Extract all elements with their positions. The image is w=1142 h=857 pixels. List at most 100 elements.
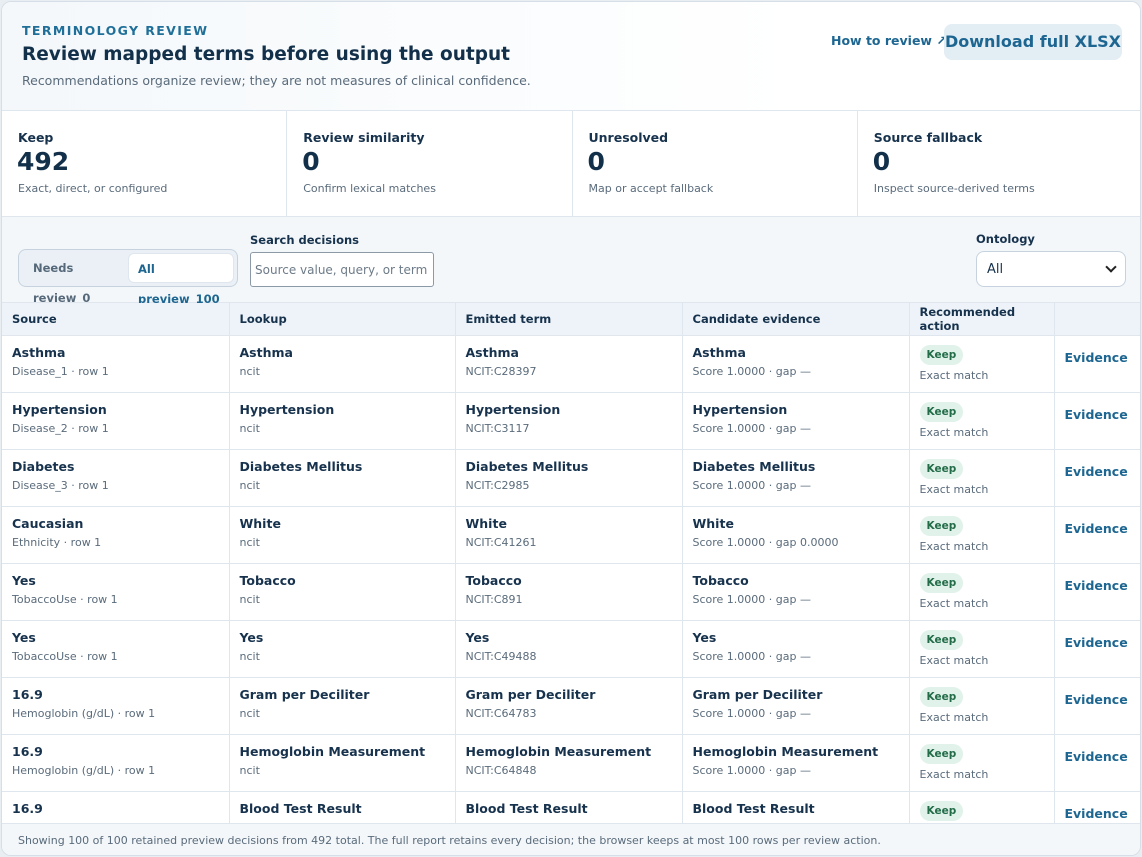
decisions-table: Source Lookup Emitted term Candidate evi… [2,303,1140,823]
chevron-down-icon [1105,261,1117,273]
source-cell: 16.9Hemoglobin (g/dL) · row 1 [2,677,230,735]
emitted-term-id: NCIT:C49488 [465,649,537,663]
emitted-term-id: NCIT:C41261 [465,535,537,549]
all-preview-tab[interactable]: All preview 100 [128,253,234,306]
evidence-cell: Evidence [1054,335,1140,393]
column-header-emitted-term: Emitted term [455,303,683,336]
recommended-action-cell: KeepExact match [909,449,1055,507]
column-header-recommended-action: Recommended action [909,303,1055,336]
candidate-score: Score 1.0000 · gap — [692,649,812,663]
ontology-selected-value: All [987,261,1004,277]
how-to-review-link[interactable]: How to review ↗ [831,33,947,48]
action-reason: Exact match [919,767,989,781]
evidence-link[interactable]: Evidence [1065,407,1128,422]
candidate-evidence-cell: Hemoglobin Measurement Score 1.0000 · gap… [682,734,910,792]
recommended-action-cell: KeepExact match [909,563,1055,621]
evidence-link[interactable]: Evidence [1065,806,1128,821]
candidate-evidence-cell: Tobacco Score 1.0000 · gap — [682,563,910,621]
source-location: Disease_1 · row 1 [12,364,109,378]
candidate-evidence-cell: White Score 1.0000 · gap 0.0000 [682,506,910,564]
candidate-evidence-cell: Diabetes Mellitus Score 1.0000 · gap — [682,449,910,507]
action-badge: Keep [919,344,964,365]
stat-unresolved: Unresolved 0 Map or accept fallback [573,111,858,216]
candidate-evidence-cell: Asthma Score 1.0000 · gap — [682,335,910,393]
action-badge: Keep [919,401,964,422]
decisions-table-container[interactable]: Source Lookup Emitted term Candidate evi… [2,303,1140,823]
lookup-ontology: ncit [239,592,260,606]
lookup-cell: White ncit [229,506,456,564]
lookup-query: Blood Test Result [239,800,362,816]
download-xlsx-button[interactable]: Download full XLSX [944,24,1122,60]
source-value: Caucasian [12,515,84,531]
source-cell: 16.9Hemoglobin (g/dL) · row 1 [2,791,230,823]
candidate-score: Score 1.0000 · gap — [692,421,812,435]
lookup-query: Hemoglobin Measurement [239,743,426,759]
stat-label: Unresolved [588,130,669,145]
lookup-ontology: ncit [239,364,260,378]
action-reason: Exact match [919,539,989,553]
table-row: 16.9Hemoglobin (g/dL) · row 1 Blood Test … [2,791,1140,823]
stat-value: 492 [17,147,70,176]
source-cell: Asthma Disease_1 · row 1 [2,335,230,393]
lookup-ontology: ncit [239,421,260,435]
action-reason: Exact match [919,368,989,382]
emitted-term-id: NCIT:C891 [465,592,523,606]
candidate-evidence-cell: Yes Score 1.0000 · gap — [682,620,910,678]
evidence-link[interactable]: Evidence [1065,578,1128,593]
emitted-term-id: NCIT:C64848 [465,763,537,777]
filter-bar: Needs review 0 All preview 100 Search deci… [2,217,1140,306]
recommended-action-cell: Keep Exact match [909,335,1055,393]
table-row: Asthma Disease_1 · row 1 Asthma ncit Asthma N… [2,335,1140,393]
needs-review-label: Needs review [33,261,77,305]
action-badge: Keep [919,686,964,707]
table-row: Caucasian Ethnicity · row 1 White ncit White… [2,506,1140,564]
column-header-source: Source [2,303,230,336]
source-location: TobaccoUse · row 1 [12,592,118,606]
table-header-row: Source Lookup Emitted term Candidate evi… [2,303,1140,336]
emitted-term-cell: White NCIT:C41261 [455,506,683,564]
ontology-select[interactable]: All [976,251,1126,287]
evidence-link[interactable]: Evidence [1065,350,1128,365]
recommended-action-cell: KeepExact match [909,791,1055,823]
evidence-link[interactable]: Evidence [1065,635,1128,650]
emitted-term-label: Tobacco [465,572,522,588]
evidence-cell: Evidence [1054,677,1140,735]
source-value: Diabetes [12,458,75,474]
evidence-link[interactable]: Evidence [1065,749,1128,764]
evidence-link[interactable]: Evidence [1065,521,1128,536]
source-value: Yes [12,572,36,588]
emitted-term-label: Hemoglobin Measurement [465,743,652,759]
candidate-label: Asthma [692,344,746,360]
candidate-label: White [692,515,734,531]
emitted-term-cell: Hypertension NCIT:C3117 [455,392,683,450]
emitted-term-label: Blood Test Result [465,800,588,816]
emitted-term-cell: Asthma NCIT:C28397 [455,335,683,393]
section-eyebrow: TERMINOLOGY REVIEW [22,23,209,38]
search-input[interactable] [250,252,434,287]
lookup-cell: Tobacco ncit [229,563,456,621]
action-reason: Exact match [919,710,989,724]
candidate-label: Tobacco [692,572,749,588]
emitted-term-cell: Gram per Deciliter NCIT:C64783 [455,677,683,735]
evidence-link[interactable]: Evidence [1065,692,1128,707]
action-badge: Keep [919,629,964,650]
stat-hint: Confirm lexical matches [303,182,436,195]
candidate-evidence-cell: Gram per Deciliter Score 1.0000 · gap — [682,677,910,735]
table-row: Hypertension Disease_2 · row 1 Hypertensio… [2,392,1140,450]
recommended-action-cell: KeepExact match [909,620,1055,678]
stat-label: Review similarity [303,130,425,145]
lookup-query: Diabetes Mellitus [239,458,363,474]
lookup-ontology: ncit [239,706,260,720]
lookup-cell: Gram per Deciliter ncit [229,677,456,735]
source-value: Asthma [12,344,66,360]
evidence-link[interactable]: Evidence [1065,464,1128,479]
all-preview-label: All preview [138,262,190,306]
lookup-query: Asthma [239,344,293,360]
lookup-ontology: ncit [239,478,260,492]
search-label: Search decisions [250,233,360,247]
source-cell: Yes TobaccoUse · row 1 [2,620,230,678]
source-cell: 16.9Hemoglobin (g/dL) · row 1 [2,734,230,792]
needs-review-tab[interactable]: Needs review 0 [21,253,127,305]
emitted-term-label: Diabetes Mellitus [465,458,589,474]
candidate-label: Diabetes Mellitus [692,458,816,474]
